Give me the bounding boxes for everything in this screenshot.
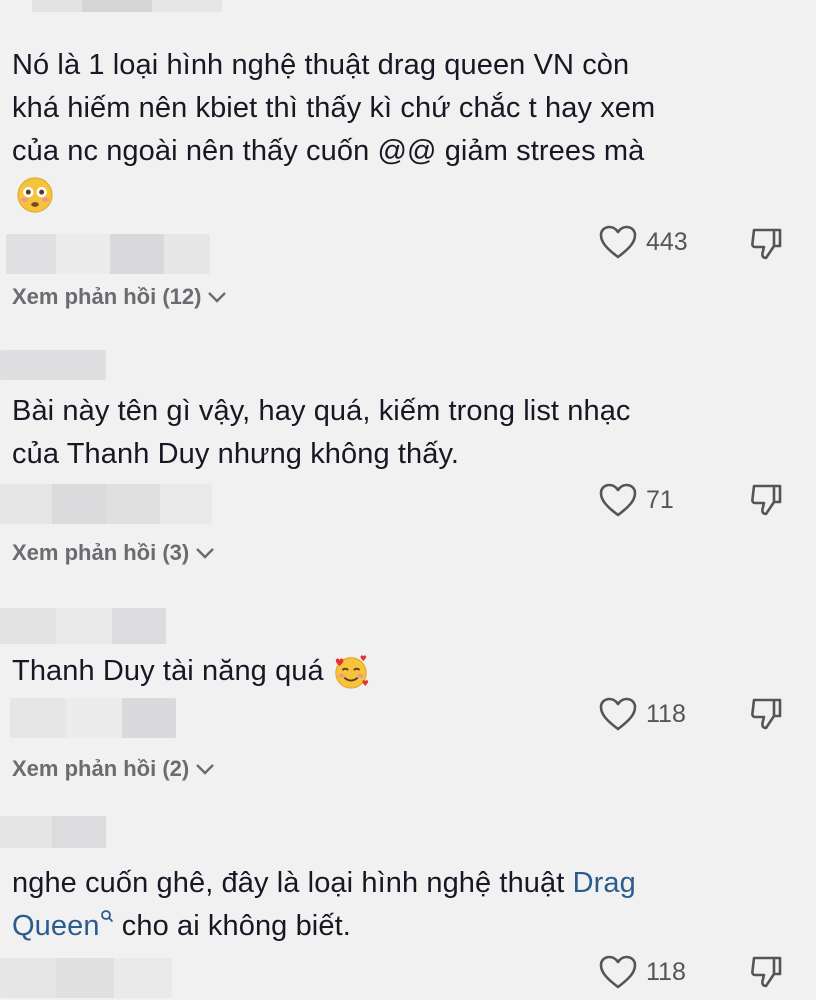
- heart-icon: [599, 225, 637, 259]
- redacted-username: [0, 350, 106, 380]
- redacted-username: [0, 608, 166, 644]
- redacted-timestamp: [6, 234, 210, 274]
- view-replies-label: Xem phản hồi (12): [12, 284, 202, 309]
- comment-text: nghe cuốn ghê, đây là loại hình nghệ thu…: [12, 867, 636, 942]
- view-replies-button[interactable]: Xem phản hồi (2): [12, 756, 215, 782]
- like-count: 71: [646, 485, 674, 514]
- redacted-username: [0, 816, 106, 848]
- comment-text: Nó là 1 loại hình nghệ thuật drag queen …: [12, 44, 756, 216]
- like-button[interactable]: 71: [598, 482, 674, 518]
- like-count: 443: [646, 227, 688, 256]
- like-count: 118: [646, 957, 686, 986]
- chevron-down-icon: [208, 292, 227, 303]
- dislike-icon[interactable]: [748, 482, 784, 518]
- smiling-face-with-hearts-icon: [335, 654, 368, 689]
- redacted-timestamp: [0, 958, 172, 998]
- dislike-icon[interactable]: [748, 954, 784, 990]
- hashtag-link[interactable]: Drag: [573, 867, 636, 899]
- like-button[interactable]: 443: [598, 224, 688, 260]
- chevron-down-icon: [196, 548, 215, 559]
- comment-text: Bài này tên gì vậy, hay quá, kiếm trong …: [12, 395, 631, 470]
- dislike-icon[interactable]: [748, 226, 784, 262]
- flushed-face-icon: [17, 177, 53, 213]
- comment-text: Thanh Duy tài năng quá: [12, 650, 756, 693]
- view-replies-label: Xem phản hồi (2): [12, 756, 190, 781]
- heart-icon: [599, 697, 637, 731]
- chevron-down-icon: [196, 764, 215, 775]
- dislike-icon[interactable]: [748, 696, 784, 732]
- heart-icon: [599, 955, 637, 989]
- like-button[interactable]: 118: [598, 696, 686, 732]
- view-replies-button[interactable]: Xem phản hồi (12): [12, 284, 227, 310]
- view-replies-label: Xem phản hồi (3): [12, 540, 190, 565]
- search-icon: [100, 910, 113, 923]
- redacted-username: [32, 0, 222, 12]
- hashtag-link[interactable]: Queen: [12, 910, 100, 942]
- view-replies-button[interactable]: Xem phản hồi (3): [12, 540, 215, 566]
- heart-icon: [599, 483, 637, 517]
- like-button[interactable]: 118: [598, 954, 686, 990]
- redacted-timestamp: [0, 484, 212, 524]
- redacted-timestamp: [10, 698, 176, 738]
- like-count: 118: [646, 699, 686, 728]
